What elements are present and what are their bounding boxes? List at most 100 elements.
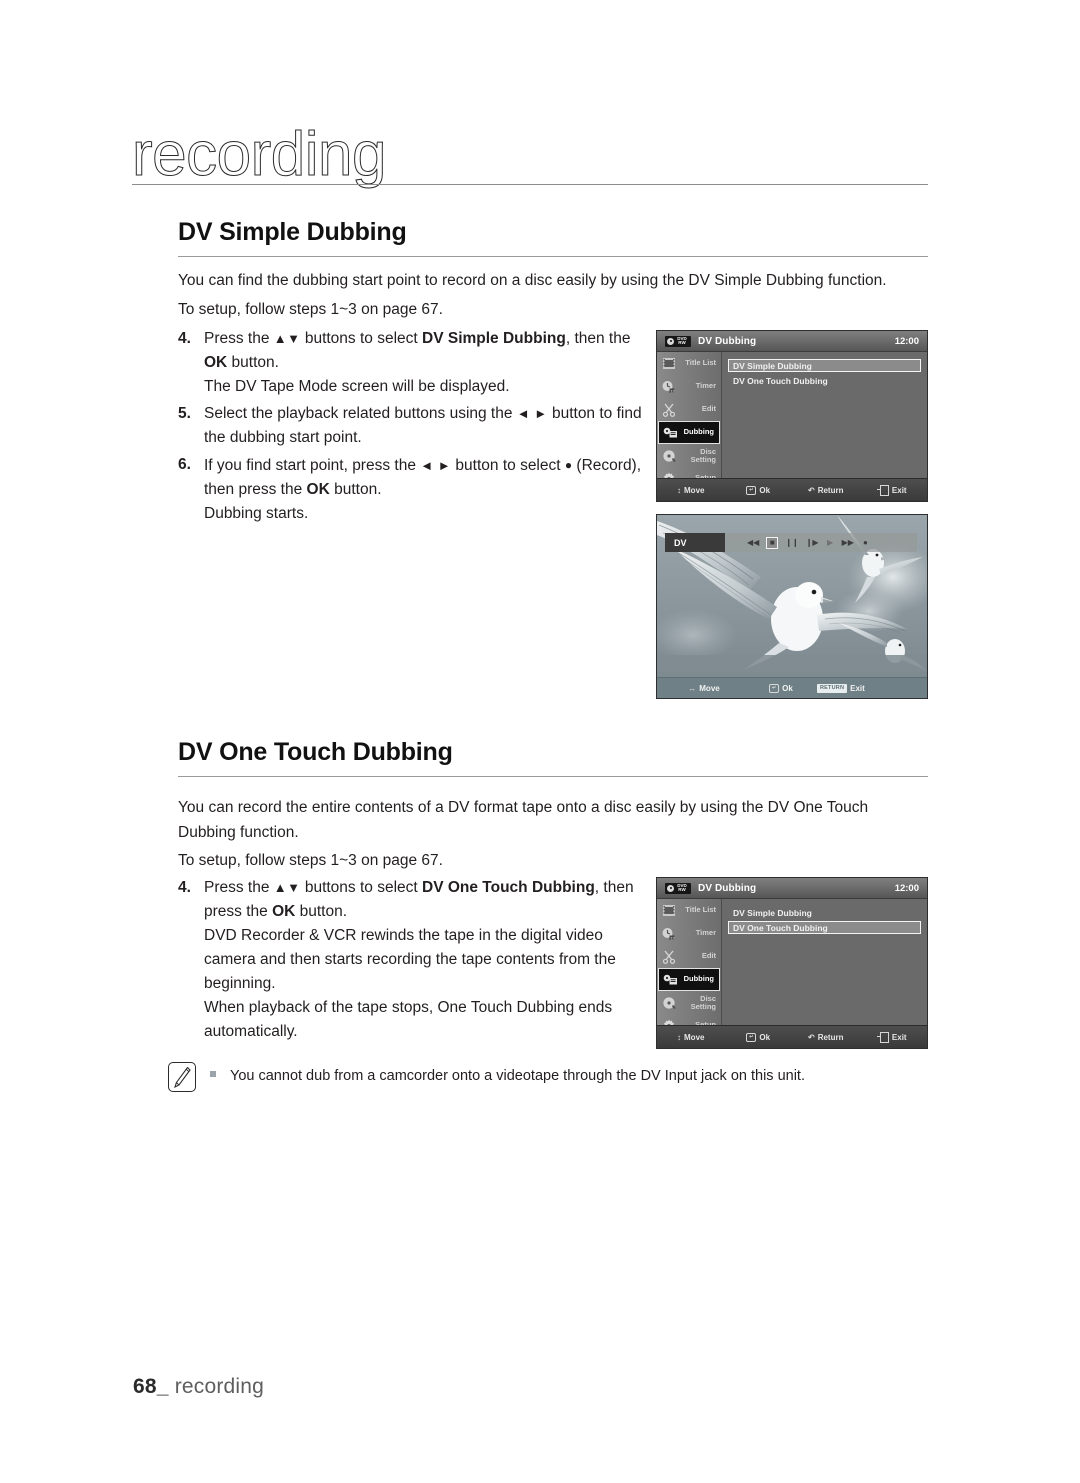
up-down-arrow-icon: ↕: [677, 485, 682, 495]
osd-option-list: DV Simple Dubbing DV One Touch Dubbing: [722, 352, 927, 479]
disc-badge-text: DVD RW: [677, 882, 687, 892]
svg-text:12: 12: [670, 935, 675, 940]
osd-nav-label: Title List: [685, 905, 716, 915]
step-number: 6.: [178, 456, 191, 473]
dv-transport-buttons: ◀◀ ■ ❙❙ ❙▶ ▶ ▶▶ ●: [725, 536, 870, 549]
dvd-rw-disc-icon: DVD RW: [665, 335, 691, 347]
osd-key-label: Move: [684, 1032, 705, 1042]
disc-icon: [660, 447, 677, 464]
osd-sidebar: Title List 12 Timer Edit Dubbing Disc Se…: [657, 352, 722, 485]
section-1-steps: 4. Press the ▲▼ buttons to select DV Sim…: [178, 327, 648, 529]
disc-badge-text: DVD RW: [677, 335, 687, 345]
osd-clock: 12:00: [894, 882, 919, 894]
play-icon[interactable]: ▶: [826, 537, 835, 548]
osd-key-label: Ok: [759, 1032, 771, 1042]
osd-sidebar: Title List 12 Timer Edit Dubbing Disc Se…: [657, 899, 722, 1032]
step-number: 4.: [178, 879, 191, 896]
step-item: 4. Press the ▲▼ buttons to select DV One…: [178, 876, 648, 1044]
record-icon[interactable]: ●: [861, 537, 870, 548]
osd-nav-title-list[interactable]: Title List: [657, 352, 721, 375]
dv-key-exit: RETURN Exit: [817, 683, 865, 693]
osd-key-ok: ↵ Ok: [725, 1032, 793, 1042]
osd-option-dv-one-touch-dubbing[interactable]: DV One Touch Dubbing: [728, 921, 921, 934]
step-text: Press the ▲▼ buttons to select DV Simple…: [204, 330, 631, 395]
dv-footer: ↔ Move ↵ Ok RETURN Exit: [657, 677, 927, 698]
exit-key-icon: [876, 484, 889, 496]
osd-header: DVD RW DV Dubbing 12:00: [657, 331, 927, 352]
osd-nav-label: Dubbing: [683, 427, 714, 437]
svg-text:12: 12: [670, 388, 675, 393]
rewind-icon[interactable]: ◀◀: [747, 537, 759, 548]
osd-nav-timer[interactable]: 12 Timer: [657, 375, 721, 398]
dv-transport-bar: DV ◀◀ ■ ❙❙ ❙▶ ▶ ▶▶ ●: [665, 533, 917, 552]
section-title: DV One Touch Dubbing: [178, 738, 453, 766]
stop-icon[interactable]: ■: [766, 536, 779, 549]
section-title: DV Simple Dubbing: [178, 218, 407, 246]
osd-key-move: ↕ Move: [657, 486, 725, 495]
page-footer: 68_ recording: [133, 1375, 264, 1399]
ok-key-icon: ↵: [746, 485, 757, 495]
film-strip-icon: [660, 355, 677, 372]
exit-key-icon: [876, 1031, 889, 1043]
osd-key-label: Ok: [759, 485, 771, 495]
page-number: 68: [133, 1375, 157, 1398]
osd-option-dv-simple-dubbing[interactable]: DV Simple Dubbing: [728, 906, 921, 919]
osd-title: DV Dubbing: [698, 335, 757, 347]
intro-paragraph: You can record the entire contents of a …: [178, 799, 869, 841]
setup-paragraph: To setup, follow steps 1~3 on page 67.: [178, 301, 443, 318]
page-footer-chapter: recording: [174, 1375, 265, 1398]
osd-nav-edit[interactable]: Edit: [657, 398, 721, 421]
osd-nav-disc-setting[interactable]: Disc Setting: [657, 444, 721, 467]
step-number: 4.: [178, 330, 191, 347]
intro-paragraph: You can find the dubbing start point to …: [178, 272, 887, 289]
section-2-setup: To setup, follow steps 1~3 on page 67.: [178, 848, 908, 873]
osd-nav-edit[interactable]: Edit: [657, 945, 721, 968]
osd-key-label: Return: [817, 1032, 844, 1042]
osd-nav-label: Disc Setting: [690, 446, 716, 464]
osd-key-return: ↶ Return: [792, 486, 860, 495]
disc-icon: [660, 994, 677, 1011]
osd-nav-label: Dubbing: [683, 974, 714, 984]
osd-option-dv-simple-dubbing[interactable]: DV Simple Dubbing: [728, 359, 921, 372]
ok-key-icon: ↵: [746, 1032, 757, 1042]
osd-option-dv-one-touch-dubbing[interactable]: DV One Touch Dubbing: [728, 374, 921, 387]
setup-paragraph: To setup, follow steps 1~3 on page 67.: [178, 852, 443, 869]
section-2-steps: 4. Press the ▲▼ buttons to select DV One…: [178, 876, 648, 1047]
osd-title: DV Dubbing: [698, 882, 757, 894]
left-right-arrow-icon: ↔: [688, 683, 697, 693]
step-text: Press the ▲▼ buttons to select DV One To…: [204, 879, 634, 1040]
frame-advance-icon[interactable]: ❙▶: [806, 537, 819, 548]
dv-key-ok: ↵ Ok: [745, 683, 817, 693]
osd-nav-dubbing[interactable]: Dubbing: [658, 968, 720, 991]
osd-nav-dubbing[interactable]: Dubbing: [658, 421, 720, 444]
osd-header: DVD RW DV Dubbing 12:00: [657, 878, 927, 899]
fast-forward-icon[interactable]: ▶▶: [842, 537, 854, 548]
osd-nav-label: Timer: [695, 381, 716, 391]
note-text: You cannot dub from a camcorder onto a v…: [230, 1068, 805, 1084]
note-memo-icon: [168, 1062, 196, 1092]
timer-clock-icon: 12: [660, 925, 677, 942]
disc-dot-icon: [667, 884, 674, 892]
pause-icon[interactable]: ❙❙: [785, 537, 798, 548]
section-rule: [178, 256, 928, 257]
osd-nav-timer[interactable]: 12 Timer: [657, 922, 721, 945]
chapter-header: recording: [132, 123, 928, 190]
step-item: 5. Select the playback related buttons u…: [178, 402, 648, 450]
osd-key-ok: ↵ Ok: [725, 485, 793, 495]
step-item: 6. If you find start point, press the ◄ …: [178, 453, 648, 526]
dubbing-camera-icon: [662, 424, 679, 441]
dv-source-label: DV: [665, 533, 725, 552]
osd-key-label: Exit: [891, 485, 907, 495]
note-bullet-icon: [210, 1071, 216, 1077]
step-text: Select the playback related buttons usin…: [204, 405, 642, 446]
section-2-intro: You can record the entire contents of a …: [178, 795, 908, 845]
dv-key-label: Ok: [782, 683, 793, 693]
section-rule: [178, 776, 928, 777]
scissors-icon: [660, 401, 677, 418]
up-down-arrow-icon: ↕: [677, 1032, 682, 1042]
osd-nav-disc-setting[interactable]: Disc Setting: [657, 991, 721, 1014]
dv-tape-mode-screenshot: DV ◀◀ ■ ❙❙ ❙▶ ▶ ▶▶ ● ↔ Move ↵ Ok RETURN …: [656, 514, 928, 699]
osd-nav-title-list[interactable]: Title List: [657, 899, 721, 922]
chapter-title: recording: [132, 120, 387, 189]
timer-clock-icon: 12: [660, 378, 677, 395]
